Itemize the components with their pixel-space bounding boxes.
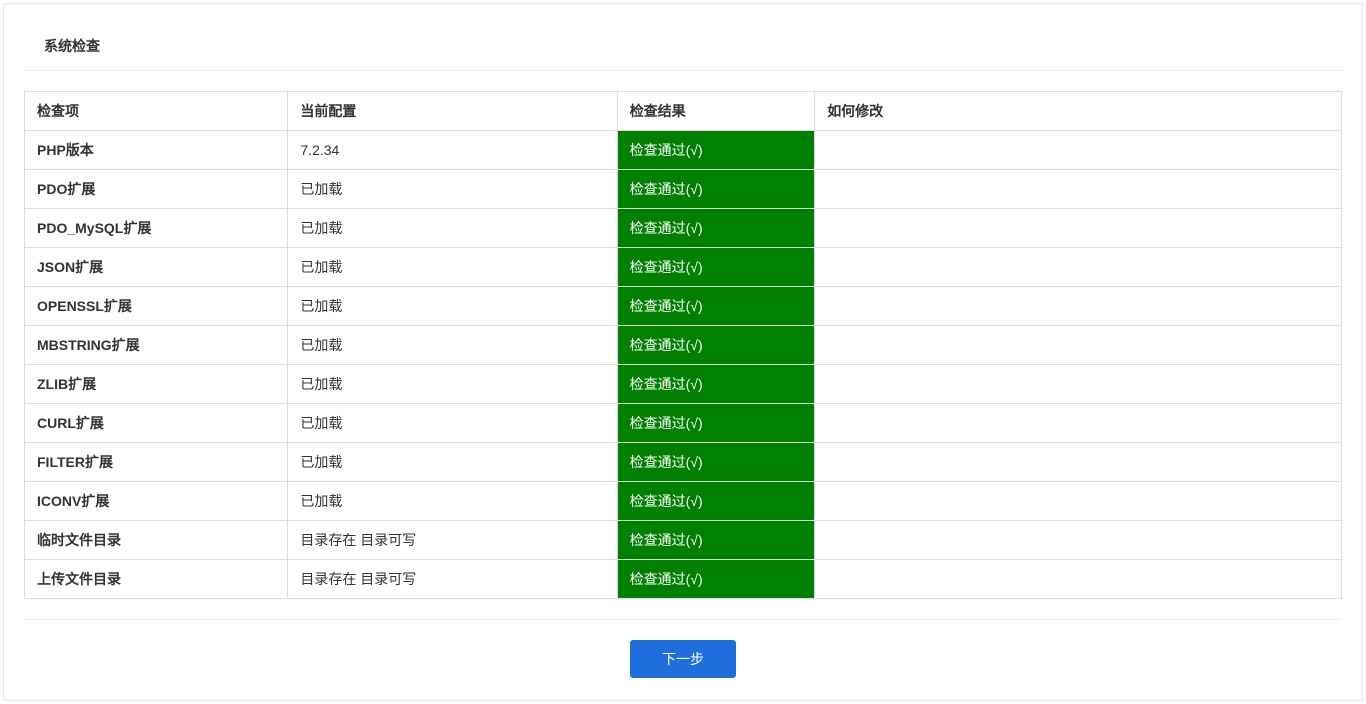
cell-howto bbox=[815, 365, 1342, 404]
pass-badge: 检查通过(√) bbox=[618, 443, 815, 481]
cell-howto bbox=[815, 170, 1342, 209]
col-result: 检查结果 bbox=[617, 92, 815, 131]
cell-item: CURL扩展 bbox=[25, 404, 288, 443]
pass-badge: 检查通过(√) bbox=[618, 365, 815, 403]
pass-badge: 检查通过(√) bbox=[618, 326, 815, 364]
cell-item: FILTER扩展 bbox=[25, 443, 288, 482]
cell-howto bbox=[815, 521, 1342, 560]
cell-howto bbox=[815, 404, 1342, 443]
cell-config: 已加载 bbox=[288, 443, 617, 482]
pass-badge: 检查通过(√) bbox=[618, 248, 815, 286]
cell-item: ICONV扩展 bbox=[25, 482, 288, 521]
cell-result: 检查通过(√) bbox=[617, 170, 815, 209]
cell-result: 检查通过(√) bbox=[617, 209, 815, 248]
cell-config: 已加载 bbox=[288, 482, 617, 521]
cell-howto bbox=[815, 287, 1342, 326]
cell-result: 检查通过(√) bbox=[617, 482, 815, 521]
table-row: PDO_MySQL扩展 已加载 检查通过(√) bbox=[25, 209, 1342, 248]
table-row: OPENSSL扩展 已加载 检查通过(√) bbox=[25, 287, 1342, 326]
table-body: PHP版本 7.2.34 检查通过(√) PDO扩展 已加载 检查通过(√) P… bbox=[25, 131, 1342, 599]
pass-badge: 检查通过(√) bbox=[618, 404, 815, 442]
cell-result: 检查通过(√) bbox=[617, 287, 815, 326]
cell-config: 已加载 bbox=[288, 170, 617, 209]
cell-result: 检查通过(√) bbox=[617, 404, 815, 443]
cell-config: 目录存在 目录可写 bbox=[288, 521, 617, 560]
cell-item: MBSTRING扩展 bbox=[25, 326, 288, 365]
next-button[interactable]: 下一步 bbox=[630, 640, 736, 678]
system-check-panel: 系统检查 检查项 当前配置 检查结果 如何修改 PHP版本 7.2.34 检查通… bbox=[3, 3, 1363, 701]
col-config: 当前配置 bbox=[288, 92, 617, 131]
pass-badge: 检查通过(√) bbox=[618, 131, 815, 169]
cell-howto bbox=[815, 131, 1342, 170]
cell-config: 目录存在 目录可写 bbox=[288, 560, 617, 599]
cell-result: 检查通过(√) bbox=[617, 326, 815, 365]
cell-config: 已加载 bbox=[288, 326, 617, 365]
cell-config: 已加载 bbox=[288, 365, 617, 404]
cell-config: 已加载 bbox=[288, 404, 617, 443]
system-check-table: 检查项 当前配置 检查结果 如何修改 PHP版本 7.2.34 检查通过(√) … bbox=[24, 91, 1342, 599]
pass-badge: 检查通过(√) bbox=[618, 482, 815, 520]
cell-item: PDO_MySQL扩展 bbox=[25, 209, 288, 248]
panel-title: 系统检查 bbox=[44, 36, 1322, 56]
cell-result: 检查通过(√) bbox=[617, 248, 815, 287]
pass-badge: 检查通过(√) bbox=[618, 560, 815, 598]
panel-body: 检查项 当前配置 检查结果 如何修改 PHP版本 7.2.34 检查通过(√) … bbox=[4, 71, 1362, 619]
cell-result: 检查通过(√) bbox=[617, 365, 815, 404]
col-howto: 如何修改 bbox=[815, 92, 1342, 131]
table-row: 临时文件目录 目录存在 目录可写 检查通过(√) bbox=[25, 521, 1342, 560]
cell-result: 检查通过(√) bbox=[617, 443, 815, 482]
pass-badge: 检查通过(√) bbox=[618, 287, 815, 325]
cell-item: ZLIB扩展 bbox=[25, 365, 288, 404]
cell-howto bbox=[815, 326, 1342, 365]
cell-item: 临时文件目录 bbox=[25, 521, 288, 560]
cell-config: 已加载 bbox=[288, 209, 617, 248]
panel-footer: 下一步 bbox=[24, 619, 1342, 700]
table-row: ICONV扩展 已加载 检查通过(√) bbox=[25, 482, 1342, 521]
cell-item: 上传文件目录 bbox=[25, 560, 288, 599]
table-header-row: 检查项 当前配置 检查结果 如何修改 bbox=[25, 92, 1342, 131]
table-row: MBSTRING扩展 已加载 检查通过(√) bbox=[25, 326, 1342, 365]
cell-item: PHP版本 bbox=[25, 131, 288, 170]
table-row: CURL扩展 已加载 检查通过(√) bbox=[25, 404, 1342, 443]
table-row: PHP版本 7.2.34 检查通过(√) bbox=[25, 131, 1342, 170]
cell-item: OPENSSL扩展 bbox=[25, 287, 288, 326]
cell-result: 检查通过(√) bbox=[617, 560, 815, 599]
table-row: ZLIB扩展 已加载 检查通过(√) bbox=[25, 365, 1342, 404]
cell-howto bbox=[815, 482, 1342, 521]
table-row: 上传文件目录 目录存在 目录可写 检查通过(√) bbox=[25, 560, 1342, 599]
cell-howto bbox=[815, 443, 1342, 482]
table-row: PDO扩展 已加载 检查通过(√) bbox=[25, 170, 1342, 209]
pass-badge: 检查通过(√) bbox=[618, 170, 815, 208]
table-row: JSON扩展 已加载 检查通过(√) bbox=[25, 248, 1342, 287]
cell-config: 已加载 bbox=[288, 248, 617, 287]
pass-badge: 检查通过(√) bbox=[618, 521, 815, 559]
cell-result: 检查通过(√) bbox=[617, 131, 815, 170]
cell-item: PDO扩展 bbox=[25, 170, 288, 209]
table-row: FILTER扩展 已加载 检查通过(√) bbox=[25, 443, 1342, 482]
cell-item: JSON扩展 bbox=[25, 248, 288, 287]
cell-howto bbox=[815, 560, 1342, 599]
cell-config: 已加载 bbox=[288, 287, 617, 326]
pass-badge: 检查通过(√) bbox=[618, 209, 815, 247]
cell-howto bbox=[815, 209, 1342, 248]
cell-result: 检查通过(√) bbox=[617, 521, 815, 560]
cell-config: 7.2.34 bbox=[288, 131, 617, 170]
panel-header: 系统检查 bbox=[24, 22, 1342, 71]
col-item: 检查项 bbox=[25, 92, 288, 131]
cell-howto bbox=[815, 248, 1342, 287]
